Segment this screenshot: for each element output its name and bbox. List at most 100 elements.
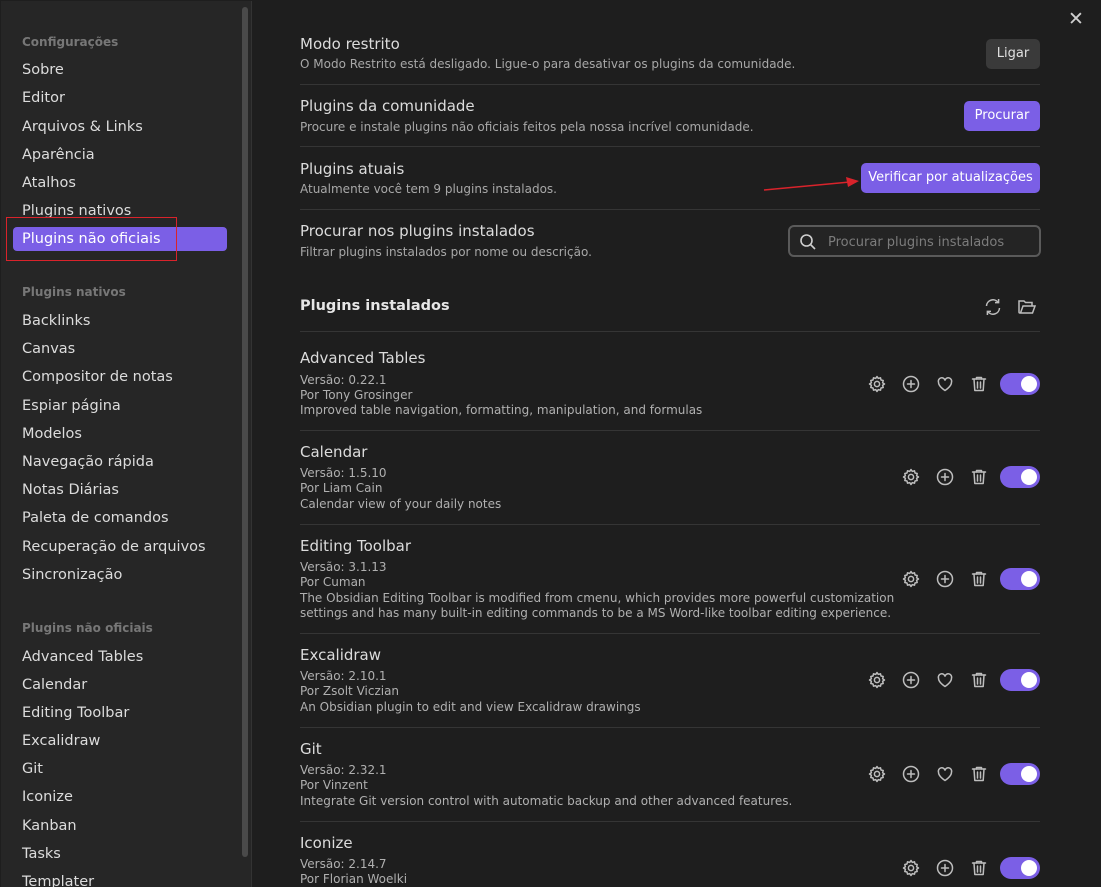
annotation-highlight-box [6,217,177,261]
installed-plugins-heading: Plugins instalados [300,298,450,314]
heart-icon[interactable] [935,670,955,690]
annotation-arrow [763,177,859,191]
plugin-version: Versão: 2.10.1 [300,669,387,683]
gear-icon[interactable] [867,374,887,394]
check-updates-button[interactable]: Verificar por atualizações [861,163,1040,193]
reload-icon[interactable] [983,297,1003,317]
sidebar-item-editor[interactable]: Editor [22,86,65,110]
trash-icon[interactable] [969,467,989,487]
sidebar-item-excalidraw[interactable]: Excalidraw [22,729,100,753]
plugin-name: Calendar [300,443,368,461]
sidebar-group-options: Configurações [22,35,119,49]
plugin-toggle[interactable] [1000,466,1040,488]
sidebar-item-files-links[interactable]: Arquivos & Links [22,115,143,139]
trash-icon[interactable] [969,858,989,878]
sidebar-item-hotkeys[interactable]: Atalhos [22,171,76,195]
sidebar-item-page-preview[interactable]: Espiar página [22,394,121,418]
sidebar-item-editing-toolbar[interactable]: Editing Toolbar [22,701,129,725]
sidebar-item-daily-notes[interactable]: Notas Diárias [22,478,119,502]
plugin-name: Editing Toolbar [300,537,412,555]
plugin-description: Integrate Git version control with autom… [300,794,793,808]
plugin-name: Git [300,740,322,758]
toggle-knob [1021,571,1037,587]
plugin-toggle[interactable] [1000,763,1040,785]
sidebar-item-sobre[interactable]: Sobre [22,58,64,82]
toggle-knob [1021,860,1037,876]
sidebar-group-core-plugins: Plugins nativos [22,285,126,299]
plugin-version: Versão: 2.32.1 [300,763,387,777]
plugin-author: Por Florian Woelki [300,872,408,886]
gear-icon[interactable] [867,670,887,690]
current-plugins-desc: Atualmente você tem 9 plugins instalados… [300,182,557,196]
community-plugins-desc: Procure e instale plugins não oficiais f… [300,120,754,134]
search-plugins-field[interactable] [788,225,1041,257]
close-icon[interactable]: ✕ [1068,10,1084,29]
plugin-version: Versão: 2.14.7 [300,857,387,871]
restricted-mode-button[interactable]: Ligar [986,39,1040,69]
restricted-mode-title: Modo restrito [300,35,400,53]
heart-icon[interactable] [935,374,955,394]
plus-circle-icon[interactable] [901,374,921,394]
divider [300,821,1040,822]
plus-circle-icon[interactable] [901,670,921,690]
plugin-toggle[interactable] [1000,373,1040,395]
divider [300,727,1040,728]
search-input[interactable] [826,231,1030,253]
sidebar-item-backlinks[interactable]: Backlinks [22,309,90,333]
sidebar-scrollbar[interactable] [242,7,248,857]
divider [300,430,1040,431]
divider [300,146,1040,147]
plugin-name: Advanced Tables [300,349,426,367]
plugin-author: Por Vinzent [300,778,368,792]
gear-icon[interactable] [901,569,921,589]
sidebar-item-command-palette[interactable]: Paleta de comandos [22,506,169,530]
trash-icon[interactable] [969,569,989,589]
toggle-knob [1021,672,1037,688]
plus-circle-icon[interactable] [935,858,955,878]
folder-icon[interactable] [1017,297,1037,317]
plugin-version: Versão: 0.22.1 [300,373,387,387]
plugin-description: An Obsidian plugin to edit and view Exca… [300,700,641,714]
community-plugins-title: Plugins da comunidade [300,97,475,115]
gear-icon[interactable] [901,467,921,487]
plus-circle-icon[interactable] [935,467,955,487]
sidebar-item-git[interactable]: Git [22,757,43,781]
sidebar-item-note-composer[interactable]: Compositor de notas [22,365,173,389]
plugin-toggle[interactable] [1000,568,1040,590]
current-plugins-title: Plugins atuais [300,160,405,178]
sidebar-item-calendar[interactable]: Calendar [22,673,87,697]
sidebar-item-templates[interactable]: Modelos [22,422,82,446]
plugin-name: Iconize [300,834,353,852]
sidebar-item-appearance[interactable]: Aparência [22,143,95,167]
sidebar-item-canvas[interactable]: Canvas [22,337,75,361]
divider [300,209,1040,210]
sidebar-item-iconize[interactable]: Iconize [22,785,73,809]
trash-icon[interactable] [969,670,989,690]
restricted-mode-desc: O Modo Restrito está desligado. Ligue-o … [300,57,796,71]
sidebar-item-advanced-tables[interactable]: Advanced Tables [22,645,143,669]
plugin-toggle[interactable] [1000,857,1040,879]
sidebar-item-tasks[interactable]: Tasks [22,842,61,866]
sidebar-item-kanban[interactable]: Kanban [22,814,77,838]
plugin-version: Versão: 3.1.13 [300,560,387,574]
heart-icon[interactable] [935,764,955,784]
plugin-description: Improved table navigation, formatting, m… [300,403,703,417]
gear-icon[interactable] [867,764,887,784]
plus-circle-icon[interactable] [901,764,921,784]
browse-button[interactable]: Procurar [964,101,1040,131]
gear-icon[interactable] [901,858,921,878]
sidebar-item-templater[interactable]: Templater [22,870,94,887]
plugin-toggle[interactable] [1000,669,1040,691]
sidebar-item-sync[interactable]: Sincronização [22,563,122,587]
search-plugins-desc: Filtrar plugins instalados por nome ou d… [300,245,592,259]
plugin-author: Por Zsolt Viczian [300,684,400,698]
toggle-knob [1021,766,1037,782]
sidebar-item-quick-switcher[interactable]: Navegação rápida [22,450,154,474]
trash-icon[interactable] [969,764,989,784]
settings-sidebar: Configurações Sobre Editor Arquivos & Li… [1,1,252,887]
plugin-author: Por Cuman [300,575,366,589]
sidebar-item-file-recovery[interactable]: Recuperação de arquivos [22,535,206,559]
trash-icon[interactable] [969,374,989,394]
plus-circle-icon[interactable] [935,569,955,589]
plugin-version: Versão: 1.5.10 [300,466,387,480]
